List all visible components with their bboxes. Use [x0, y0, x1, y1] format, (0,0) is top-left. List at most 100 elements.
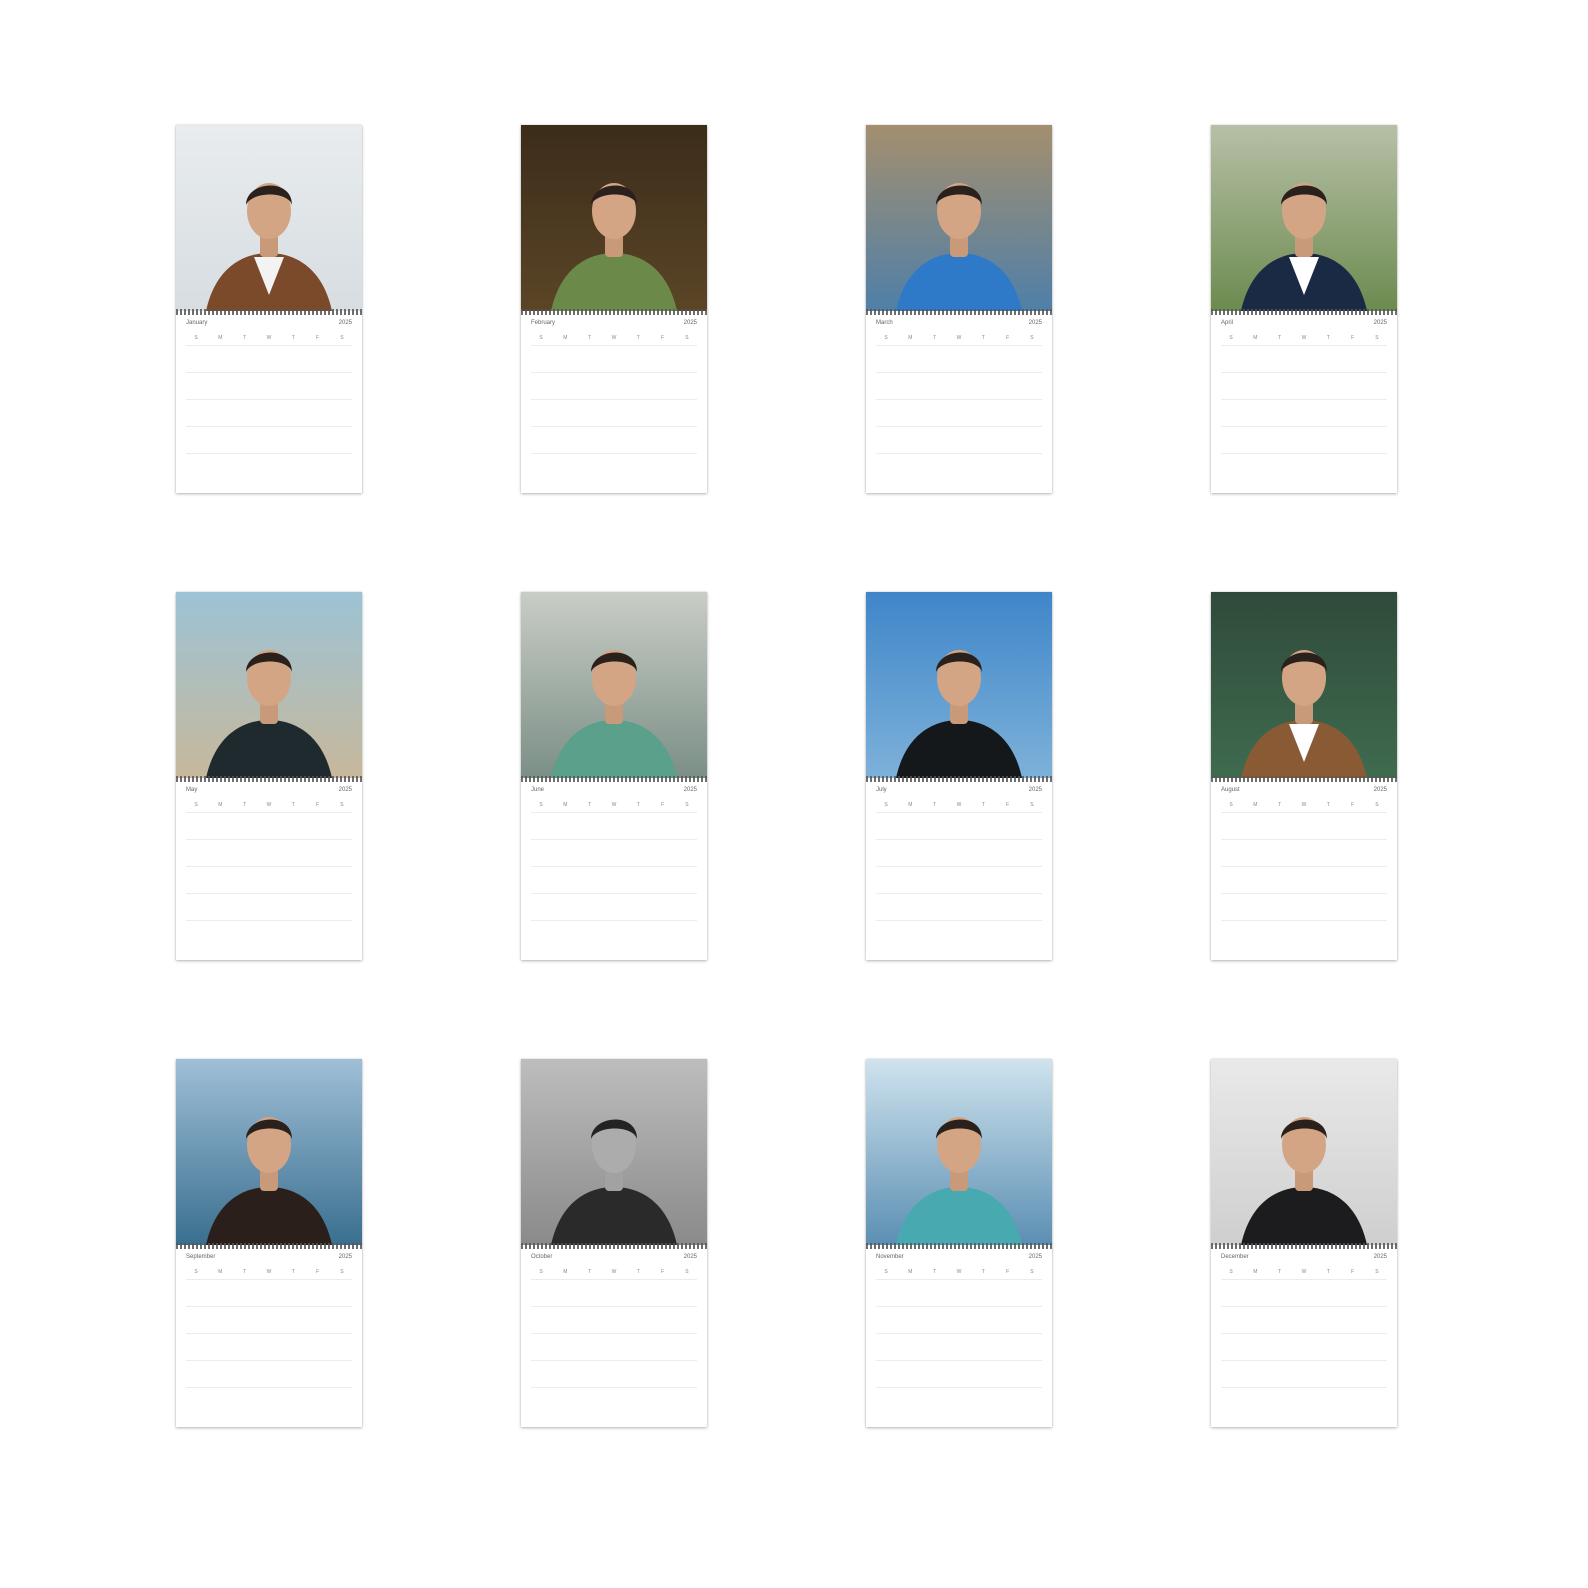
week-row	[186, 1279, 352, 1302]
year-label: 2025	[338, 1254, 352, 1260]
calendar-photo	[866, 1059, 1052, 1245]
calendar-page-june[interactable]: June 2025 S M T W T F S	[521, 592, 707, 960]
calendar-photo	[1211, 592, 1397, 778]
day-cell	[332, 1361, 352, 1383]
day-cell	[677, 1361, 697, 1383]
week-row	[876, 866, 1042, 889]
day-cell	[876, 1307, 896, 1329]
day-cell	[531, 921, 551, 943]
day-cell	[925, 1280, 945, 1302]
day-cell	[580, 373, 600, 395]
year-label: 2025	[683, 320, 697, 326]
day-cell	[628, 813, 648, 835]
calendar-page-february[interactable]: February 2025 S M T W T F S	[521, 125, 707, 493]
day-cell	[1343, 1280, 1363, 1302]
day-cell	[555, 400, 575, 422]
week-row	[186, 399, 352, 422]
day-cell	[531, 373, 551, 395]
day-cell	[1367, 427, 1387, 449]
week-row	[531, 453, 697, 476]
year-label: 2025	[1373, 320, 1387, 326]
week-row	[876, 1279, 1042, 1302]
month-label: October	[531, 1254, 553, 1260]
weekday-label: F	[1351, 802, 1355, 808]
weekday-label: S	[539, 335, 543, 341]
calendar-page-november[interactable]: November 2025 S M T W T F S	[866, 1059, 1052, 1427]
day-cell	[876, 1388, 896, 1410]
calendar-page-january[interactable]: January 2025 S M T W T F S	[176, 125, 362, 493]
day-cell	[876, 813, 896, 835]
day-cell	[186, 813, 206, 835]
day-cell	[186, 454, 206, 476]
weekday-label: W	[956, 802, 962, 808]
week-row	[1221, 345, 1387, 368]
weekday-row: SMTWTFS	[1221, 1269, 1387, 1275]
weekday-label: W	[1301, 802, 1307, 808]
day-cell	[1318, 867, 1338, 889]
day-cell	[235, 1334, 255, 1356]
day-cell	[332, 1280, 352, 1302]
week-row	[876, 1360, 1042, 1383]
day-cell	[1245, 1280, 1265, 1302]
day-cell	[283, 867, 303, 889]
day-cell	[210, 813, 230, 835]
day-cell	[259, 1280, 279, 1302]
weekday-label: S	[194, 802, 198, 808]
weekday-label: T	[1326, 802, 1330, 808]
calendar-page-october[interactable]: October 2025 S M T W T F S	[521, 1059, 707, 1427]
day-cell	[1022, 373, 1042, 395]
weekday-label: M	[563, 1269, 568, 1275]
day-cell	[900, 346, 920, 368]
weekday-label: T	[1278, 335, 1282, 341]
weekday-label: W	[266, 802, 272, 808]
day-cell	[949, 400, 969, 422]
weekday-label: S	[1229, 1269, 1233, 1275]
calendar-page-september[interactable]: September 2025 S M T W T F S	[176, 1059, 362, 1427]
weekday-label: W	[1301, 335, 1307, 341]
day-cell	[1367, 867, 1387, 889]
calendar-page-march[interactable]: March 2025 S M T W T F S	[866, 125, 1052, 493]
day-cell	[1221, 813, 1241, 835]
day-cell	[259, 1388, 279, 1410]
day-cell	[555, 454, 575, 476]
day-cell	[973, 894, 993, 916]
day-cell	[900, 373, 920, 395]
weekday-label: M	[218, 1269, 223, 1275]
day-cell	[628, 840, 648, 862]
month-label: December	[1221, 1254, 1249, 1260]
week-row	[531, 426, 697, 449]
weekday-row: SMTWTFS	[531, 335, 697, 341]
week-row	[1221, 893, 1387, 916]
weekday-label: S	[1030, 335, 1034, 341]
day-cell	[1022, 894, 1042, 916]
week-row	[531, 1279, 697, 1302]
week-row	[1221, 453, 1387, 476]
day-cell	[1294, 1334, 1314, 1356]
day-cell	[555, 346, 575, 368]
day-cell	[604, 1280, 624, 1302]
weekday-row: SMTWTFS	[1221, 802, 1387, 808]
day-cell	[1343, 867, 1363, 889]
day-cell	[653, 1388, 673, 1410]
weekday-row: SMTWTFS	[186, 802, 352, 808]
calendar-page-august[interactable]: August 2025 S M T W T F S	[1211, 592, 1397, 960]
calendar-page-may[interactable]: May 2025 S M T W T F S	[176, 592, 362, 960]
day-cell	[580, 427, 600, 449]
weekday-label: S	[1375, 335, 1379, 341]
day-cell	[973, 400, 993, 422]
day-cell	[925, 813, 945, 835]
day-cell	[604, 373, 624, 395]
day-cell	[332, 813, 352, 835]
day-cell	[308, 346, 328, 368]
day-cell	[653, 400, 673, 422]
calendar-page-december[interactable]: December 2025 S M T W T F S	[1211, 1059, 1397, 1427]
week-row	[876, 399, 1042, 422]
month-header: December 2025	[1221, 1254, 1387, 1264]
day-cell	[235, 346, 255, 368]
day-cell	[283, 454, 303, 476]
weekday-label: S	[1030, 802, 1034, 808]
day-cell	[308, 1334, 328, 1356]
calendar-page-april[interactable]: April 2025 S M T W T F S	[1211, 125, 1397, 493]
calendar-page-july[interactable]: July 2025 S M T W T F S	[866, 592, 1052, 960]
week-row	[531, 893, 697, 916]
